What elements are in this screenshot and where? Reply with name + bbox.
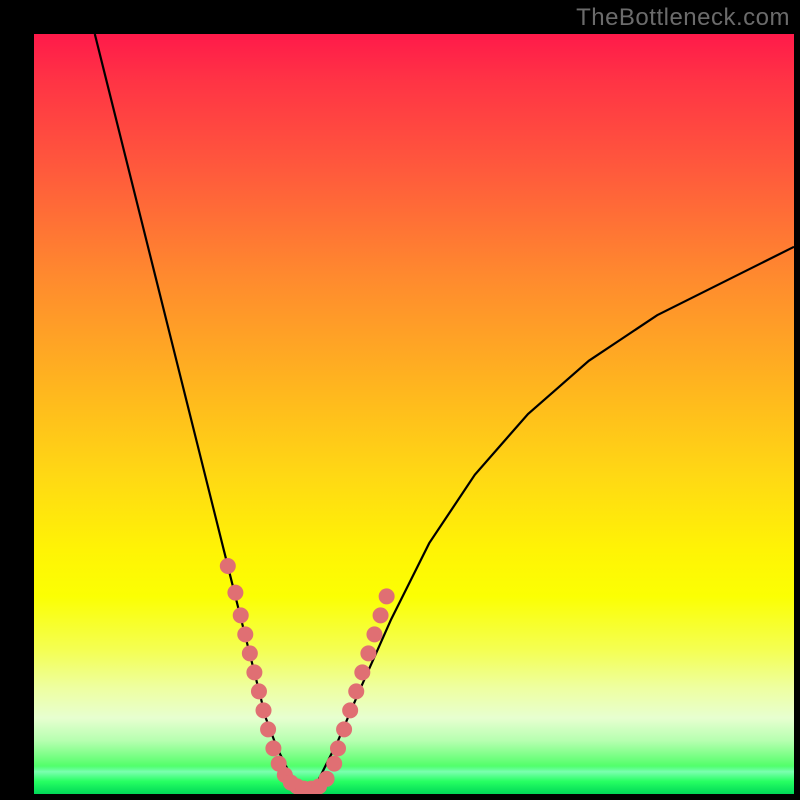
curve-layer: [34, 34, 794, 794]
marker-dot: [326, 756, 342, 772]
marker-dot: [233, 607, 249, 623]
marker-dot: [237, 626, 253, 642]
marker-dot: [342, 702, 358, 718]
chart-outer-frame: TheBottleneck.com: [0, 0, 800, 800]
marker-dot: [242, 645, 258, 661]
plot-area: [34, 34, 794, 794]
marker-dot: [366, 626, 382, 642]
marker-dot: [348, 683, 364, 699]
marker-dot: [260, 721, 276, 737]
bottleneck-curve: [95, 34, 794, 790]
highlight-markers: [220, 558, 395, 794]
marker-dot: [256, 702, 272, 718]
marker-dot: [251, 683, 267, 699]
marker-dot: [373, 607, 389, 623]
marker-dot: [330, 740, 346, 756]
marker-dot: [379, 588, 395, 604]
watermark-text: TheBottleneck.com: [576, 4, 790, 32]
marker-dot: [220, 558, 236, 574]
marker-dot: [227, 585, 243, 601]
marker-dot: [354, 664, 370, 680]
marker-dot: [360, 645, 376, 661]
marker-dot: [246, 664, 262, 680]
marker-dot: [336, 721, 352, 737]
marker-dot: [265, 740, 281, 756]
marker-dot: [319, 771, 335, 787]
